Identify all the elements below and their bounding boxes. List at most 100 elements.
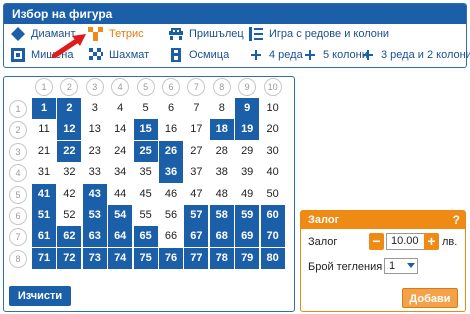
number-cell[interactable]: 16 xyxy=(159,119,183,140)
number-cell[interactable]: 76 xyxy=(159,247,183,269)
number-cell[interactable]: 41 xyxy=(32,183,56,205)
number-cell[interactable]: 75 xyxy=(133,247,158,269)
number-cell[interactable]: 69 xyxy=(235,226,260,248)
number-cell[interactable]: 68 xyxy=(209,226,234,248)
number-cell[interactable]: 46 xyxy=(159,184,183,205)
row-header[interactable]: 1 xyxy=(9,100,27,118)
help-icon[interactable]: ? xyxy=(453,211,460,229)
number-cell[interactable]: 5 xyxy=(134,98,158,119)
add-button[interactable]: Добави xyxy=(402,288,458,308)
number-cell[interactable]: 45 xyxy=(134,184,158,205)
number-cell[interactable]: 1 xyxy=(32,98,56,119)
number-cell[interactable]: 2 xyxy=(57,98,82,119)
number-cell[interactable]: 32 xyxy=(57,162,81,183)
stake-plus-button[interactable]: + xyxy=(424,233,439,250)
column-header[interactable]: 4 xyxy=(111,78,130,96)
row-header[interactable]: 2 xyxy=(9,121,27,140)
number-cell[interactable]: 21 xyxy=(32,141,56,162)
number-cell[interactable]: 79 xyxy=(235,247,260,269)
column-header[interactable]: 10 xyxy=(263,78,282,96)
number-cell[interactable]: 50 xyxy=(261,184,285,205)
number-cell[interactable]: 78 xyxy=(209,247,234,269)
shape-option-eight[interactable]: Осмица xyxy=(168,48,229,62)
column-header[interactable]: 2 xyxy=(60,78,79,96)
number-cell[interactable]: 42 xyxy=(57,184,81,205)
row-header[interactable]: 5 xyxy=(9,185,27,204)
clear-button[interactable]: Изчисти xyxy=(9,286,71,306)
number-cell[interactable]: 40 xyxy=(261,162,285,183)
number-cell[interactable]: 66 xyxy=(159,226,183,247)
draws-select[interactable]: 1 xyxy=(384,258,418,274)
number-cell[interactable]: 64 xyxy=(108,226,133,248)
stake-input[interactable]: 10.00 xyxy=(386,233,426,250)
number-cell[interactable]: 61 xyxy=(32,226,56,248)
number-cell[interactable]: 74 xyxy=(108,247,133,269)
number-cell[interactable]: 31 xyxy=(32,162,56,183)
number-cell[interactable]: 44 xyxy=(108,184,132,205)
number-cell[interactable]: 20 xyxy=(261,119,285,140)
column-header[interactable]: 6 xyxy=(162,78,180,96)
number-cell[interactable]: 57 xyxy=(184,205,209,226)
number-cell[interactable]: 7 xyxy=(184,98,208,119)
number-cell[interactable]: 55 xyxy=(134,205,158,226)
number-cell[interactable]: 19 xyxy=(235,119,260,141)
shape-option-chess[interactable]: Шахмат xyxy=(88,48,149,62)
number-cell[interactable]: 14 xyxy=(108,119,132,140)
number-cell[interactable]: 59 xyxy=(235,205,260,226)
number-cell[interactable]: 36 xyxy=(159,162,183,184)
number-cell[interactable]: 35 xyxy=(134,162,158,183)
number-cell[interactable]: 6 xyxy=(159,98,183,119)
number-cell[interactable]: 60 xyxy=(260,205,285,226)
number-cell[interactable]: 49 xyxy=(235,184,259,205)
shape-option-alien[interactable]: Пришълец xyxy=(168,27,244,41)
row-header[interactable]: 8 xyxy=(9,249,27,268)
number-cell[interactable]: 48 xyxy=(210,184,234,205)
number-cell[interactable]: 17 xyxy=(184,119,208,140)
column-header[interactable]: 8 xyxy=(212,78,231,96)
number-cell[interactable]: 62 xyxy=(57,226,82,248)
number-cell[interactable]: 30 xyxy=(261,141,285,162)
row-header[interactable]: 7 xyxy=(9,228,27,247)
number-cell[interactable]: 15 xyxy=(133,119,158,141)
column-header[interactable]: 9 xyxy=(238,78,257,96)
number-cell[interactable]: 70 xyxy=(260,226,285,248)
number-cell[interactable]: 27 xyxy=(184,141,208,162)
number-cell[interactable]: 67 xyxy=(184,226,209,248)
number-cell[interactable]: 29 xyxy=(235,141,259,162)
number-cell[interactable]: 63 xyxy=(82,226,107,248)
number-cell[interactable]: 9 xyxy=(235,98,260,119)
number-cell[interactable]: 23 xyxy=(83,141,107,162)
number-cell[interactable]: 13 xyxy=(83,119,107,140)
number-cell[interactable]: 12 xyxy=(57,119,82,141)
number-cell[interactable]: 34 xyxy=(108,162,132,183)
shape-option-five-cols[interactable]: 5 колони xyxy=(302,48,368,62)
row-header[interactable]: 3 xyxy=(9,142,27,161)
number-cell[interactable]: 18 xyxy=(209,119,234,141)
number-cell[interactable]: 58 xyxy=(209,205,234,226)
number-cell[interactable]: 37 xyxy=(184,162,208,183)
number-cell[interactable]: 26 xyxy=(159,140,183,162)
number-cell[interactable]: 73 xyxy=(82,247,107,269)
number-cell[interactable]: 71 xyxy=(32,247,56,269)
number-cell[interactable]: 4 xyxy=(108,98,132,119)
number-cell[interactable]: 56 xyxy=(159,205,183,226)
column-header[interactable]: 3 xyxy=(85,78,104,96)
number-cell[interactable]: 53 xyxy=(82,205,107,226)
shape-option-tetris[interactable]: Тетрис xyxy=(88,27,144,41)
number-cell[interactable]: 43 xyxy=(82,183,107,205)
number-cell[interactable]: 77 xyxy=(184,247,209,269)
number-cell[interactable]: 25 xyxy=(133,140,158,162)
column-header[interactable]: 7 xyxy=(187,78,206,96)
number-cell[interactable]: 24 xyxy=(108,141,132,162)
number-cell[interactable]: 10 xyxy=(261,98,285,119)
number-cell[interactable]: 80 xyxy=(260,247,285,269)
number-cell[interactable]: 39 xyxy=(235,162,259,183)
number-cell[interactable]: 8 xyxy=(210,98,234,119)
number-cell[interactable]: 11 xyxy=(32,119,56,140)
stake-minus-button[interactable]: − xyxy=(369,233,384,250)
number-cell[interactable]: 28 xyxy=(210,141,234,162)
row-header[interactable]: 6 xyxy=(9,207,27,225)
number-cell[interactable]: 51 xyxy=(32,205,56,226)
shape-option-four-rows[interactable]: 4 реда xyxy=(248,48,303,62)
shape-option-three-rows-two-cols[interactable]: 3 реда и 2 колони xyxy=(360,48,470,62)
